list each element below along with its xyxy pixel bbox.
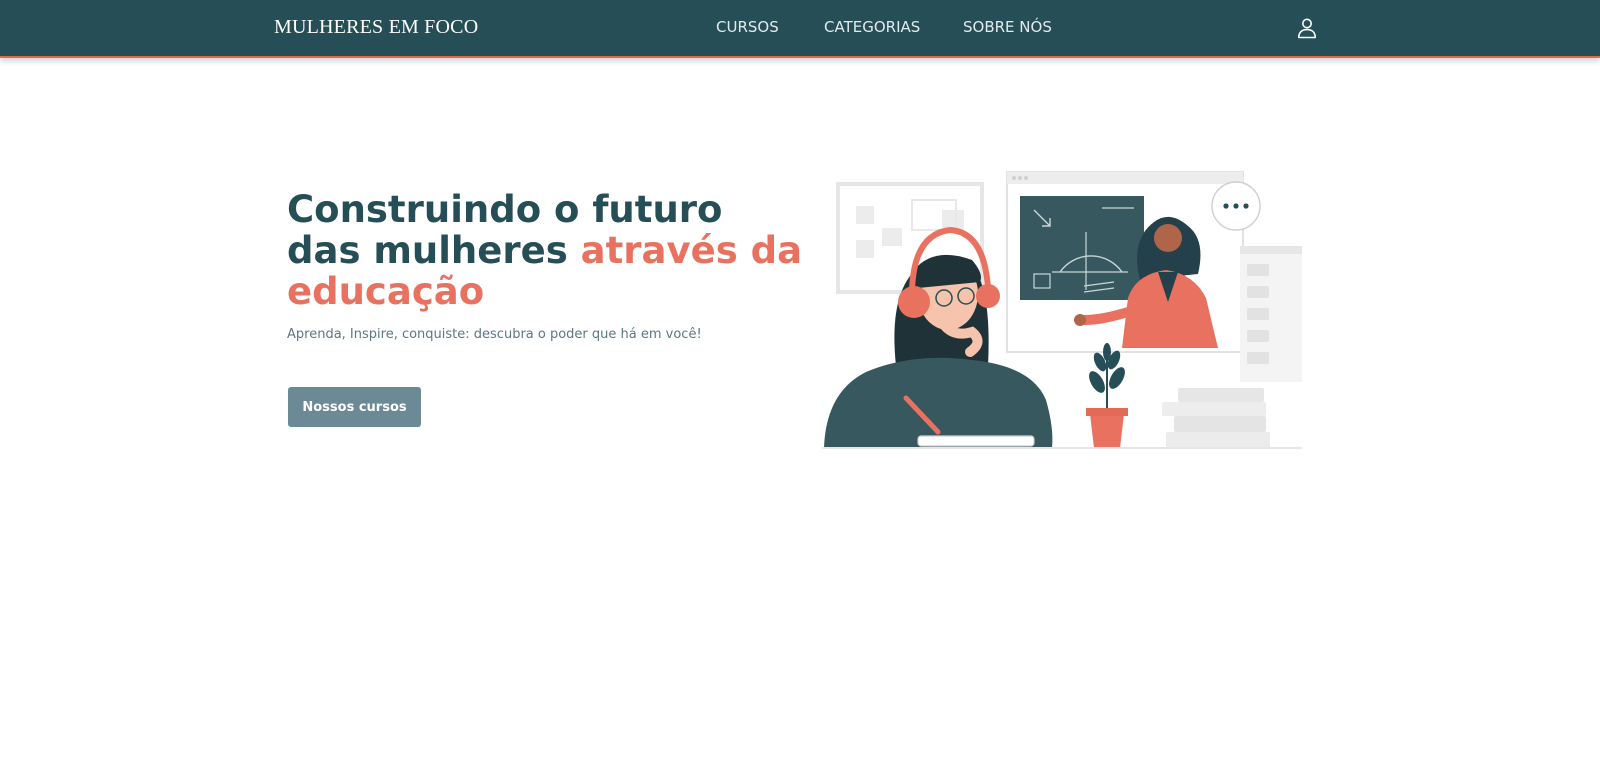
brand-logo[interactable]: MULHERES EM FOCO <box>274 16 478 39</box>
our-courses-button[interactable]: Nossos cursos <box>288 387 421 427</box>
online-learning-illustration <box>822 171 1302 449</box>
navbar: MULHERES EM FOCO CURSOS CATEGORIAS SOBRE… <box>0 0 1600 58</box>
user-icon <box>1298 18 1316 39</box>
hero-title: Construindo o futuro das mulheres atravé… <box>287 189 807 312</box>
nav-link-sobre-nos[interactable]: SOBRE NÓS <box>963 18 1052 36</box>
nav-link-cursos[interactable]: CURSOS <box>716 18 779 36</box>
hero-subtitle: Aprenda, Inspire, conquiste: descubra o … <box>287 327 702 342</box>
nav-link-categorias[interactable]: CATEGORIAS <box>824 18 920 36</box>
user-account-button[interactable] <box>1295 16 1319 40</box>
